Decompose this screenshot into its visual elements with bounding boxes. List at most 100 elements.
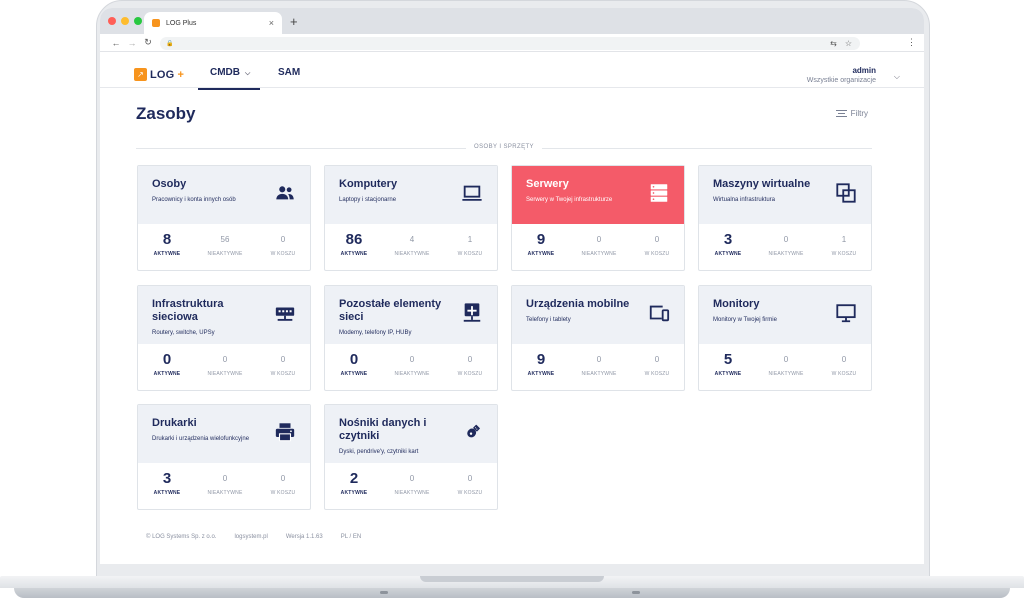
stat-inactive-label: NIEAKTYWNE <box>768 371 804 377</box>
minimize-window-button[interactable] <box>121 17 129 25</box>
stat-active-label: AKTYWNE <box>340 490 368 496</box>
stat-trash[interactable]: 0 W KOSZU <box>815 352 873 377</box>
card-stats: 0 AKTYWNE 0 NIEAKTYWNE 0 W KOSZU <box>138 352 312 378</box>
stat-trash[interactable]: 0 W KOSZU <box>254 352 312 377</box>
stat-trash-label: W KOSZU <box>457 490 483 496</box>
user-name: admin <box>852 66 876 75</box>
card-subtitle: Pracownicy i konta innych osób <box>152 197 236 203</box>
stat-inactive[interactable]: 0 NIEAKTYWNE <box>570 352 628 377</box>
app-logo[interactable]: ↗ LOG + <box>134 68 184 81</box>
footer-language-switch[interactable]: PL / EN <box>341 534 361 540</box>
tab-sam[interactable]: SAM <box>278 67 300 78</box>
card-stats: 9 AKTYWNE 0 NIEAKTYWNE 0 W KOSZU <box>512 351 686 378</box>
asset-card[interactable]: Osoby Pracownicy i konta innych osób 8 A… <box>137 165 311 271</box>
stat-active[interactable]: 8 AKTYWNE <box>138 232 196 258</box>
browser-menu-icon[interactable]: ⋮ <box>907 37 916 48</box>
stat-active[interactable]: 9 AKTYWNE <box>512 351 570 378</box>
bookmark-star-icon[interactable]: ☆ <box>845 39 852 48</box>
asset-card[interactable]: Maszyny wirtualne Wirtualna infrastruktu… <box>698 165 872 271</box>
asset-card[interactable]: Nośniki danych i czytniki Dyski, pendriv… <box>324 404 498 510</box>
stat-active-label: AKTYWNE <box>153 251 181 257</box>
stat-trash[interactable]: 1 W KOSZU <box>441 232 499 257</box>
stat-inactive-count: 4 <box>409 235 415 244</box>
stat-inactive[interactable]: 0 NIEAKTYWNE <box>196 352 254 377</box>
card-stats: 2 AKTYWNE 0 NIEAKTYWNE 0 W KOSZU <box>325 470 499 497</box>
card-header: Komputery Laptopy i stacjonarne <box>325 166 497 224</box>
stat-active-count: 5 <box>723 351 733 368</box>
stat-active-count: 3 <box>162 470 172 487</box>
asset-card[interactable]: Komputery Laptopy i stacjonarne 86 AKTYW… <box>324 165 498 271</box>
stat-inactive[interactable]: 56 NIEAKTYWNE <box>196 232 254 257</box>
url-input[interactable]: 🔒 ⇆ ☆ <box>160 37 860 50</box>
asset-card[interactable]: Monitory Monitory w Twojej firmie 5 AKTY… <box>698 285 872 391</box>
stat-trash-label: W KOSZU <box>270 371 296 377</box>
logo-mark-icon: ↗ <box>134 68 147 81</box>
stat-active[interactable]: 2 AKTYWNE <box>325 470 383 497</box>
stat-inactive[interactable]: 0 NIEAKTYWNE <box>383 352 441 377</box>
stat-active-count: 2 <box>349 470 359 487</box>
stat-active[interactable]: 3 AKTYWNE <box>138 470 196 497</box>
stat-inactive[interactable]: 0 NIEAKTYWNE <box>383 471 441 496</box>
maximize-window-button[interactable] <box>134 17 142 25</box>
card-header: Infrastruktura sieciowa Routery, switche… <box>138 286 310 344</box>
stat-active[interactable]: 0 AKTYWNE <box>325 352 383 378</box>
forward-icon[interactable]: → <box>124 38 140 48</box>
stat-inactive-label: NIEAKTYWNE <box>581 371 617 377</box>
network-node-icon <box>461 302 483 324</box>
printer-icon <box>274 421 296 443</box>
stat-inactive[interactable]: 0 NIEAKTYWNE <box>757 232 815 257</box>
card-subtitle: Modemy, telefony IP, HUBy <box>339 330 412 336</box>
asset-card[interactable]: Drukarki Drukarki i urządzenia wielofunk… <box>137 404 311 510</box>
stat-inactive-count: 0 <box>409 355 415 364</box>
stat-trash[interactable]: 0 W KOSZU <box>441 352 499 377</box>
stat-inactive[interactable]: 0 NIEAKTYWNE <box>757 352 815 377</box>
reload-icon[interactable]: ↻ <box>140 37 156 48</box>
stat-active[interactable]: 86 AKTYWNE <box>325 232 383 258</box>
stat-inactive[interactable]: 0 NIEAKTYWNE <box>570 232 628 257</box>
filters-button[interactable]: Filtry <box>835 109 868 118</box>
asset-card[interactable]: Pozostałe elementy sieci Modemy, telefon… <box>324 285 498 391</box>
stat-active-count: 9 <box>536 351 546 368</box>
new-tab-button[interactable]: + <box>290 14 298 29</box>
stat-active[interactable]: 9 AKTYWNE <box>512 231 570 258</box>
stat-inactive[interactable]: 4 NIEAKTYWNE <box>383 232 441 257</box>
asset-card[interactable]: Infrastruktura sieciowa Routery, switche… <box>137 285 311 391</box>
card-stats: 0 AKTYWNE 0 NIEAKTYWNE 0 W KOSZU <box>325 352 499 378</box>
user-chevron-down-icon[interactable]: ⌵ <box>894 72 900 82</box>
stat-trash[interactable]: 0 W KOSZU <box>254 232 312 257</box>
stat-trash-count: 0 <box>280 235 286 244</box>
stat-active-count: 9 <box>536 231 546 248</box>
card-header: Monitory Monitory w Twojej firmie <box>699 286 871 344</box>
card-subtitle: Wirtualna infrastruktura <box>713 197 776 203</box>
tab-cmdb[interactable]: CMDB ⌵ <box>197 67 261 90</box>
stat-trash[interactable]: 0 W KOSZU <box>628 352 686 377</box>
close-window-button[interactable] <box>108 17 116 25</box>
stat-trash-count: 0 <box>280 474 286 483</box>
browser-tab[interactable]: LOG Plus × <box>144 12 282 34</box>
stat-trash[interactable]: 0 W KOSZU <box>254 471 312 496</box>
back-icon[interactable]: ← <box>108 38 124 48</box>
stat-active[interactable]: 3 AKTYWNE <box>699 232 757 258</box>
card-subtitle: Telefony i tablety <box>526 317 571 323</box>
stat-trash[interactable]: 1 W KOSZU <box>815 232 873 257</box>
card-title: Infrastruktura sieciowa <box>152 298 224 323</box>
translate-icon[interactable]: ⇆ <box>830 39 837 48</box>
stat-trash-label: W KOSZU <box>831 251 857 257</box>
stat-trash[interactable]: 0 W KOSZU <box>628 232 686 257</box>
stat-trash[interactable]: 0 W KOSZU <box>441 471 499 496</box>
asset-card[interactable]: Serwery Serwery w Twojej infrastrukturze… <box>511 165 685 271</box>
asset-card[interactable]: Urządzenia mobilne Telefony i tablety 9 … <box>511 285 685 391</box>
user-menu[interactable]: admin Wszystkie organizacje <box>807 66 876 84</box>
footer-site-link[interactable]: logsystem.pl <box>234 534 267 540</box>
card-title: Serwery <box>526 178 569 190</box>
people-icon <box>274 182 296 204</box>
card-subtitle: Dyski, pendrive'y, czytniki kart <box>339 449 419 455</box>
tab-close-icon[interactable]: × <box>269 18 274 28</box>
card-title: Pozostałe elementy sieci <box>339 298 442 323</box>
stat-active[interactable]: 0 AKTYWNE <box>138 352 196 378</box>
stat-inactive[interactable]: 0 NIEAKTYWNE <box>196 471 254 496</box>
card-header: Serwery Serwery w Twojej infrastrukturze <box>512 166 684 224</box>
filter-icon <box>835 110 847 117</box>
stat-active[interactable]: 5 AKTYWNE <box>699 351 757 378</box>
stat-inactive-label: NIEAKTYWNE <box>207 251 243 257</box>
